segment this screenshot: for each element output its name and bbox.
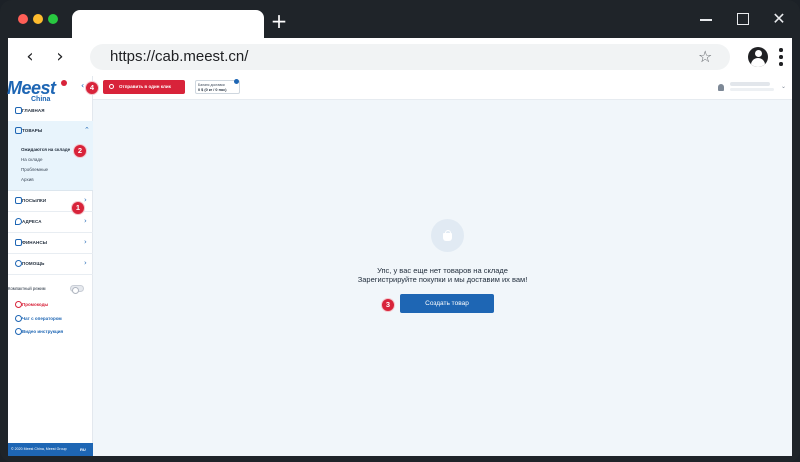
- browser-menu-icon[interactable]: [778, 47, 784, 67]
- link-label: Чат с оператором: [22, 316, 62, 321]
- sidebar-item-label: АДРЕСА: [22, 219, 42, 224]
- empty-state-subtitle: Зарегистрируйте покупки и мы доставим их…: [357, 275, 528, 284]
- sidebar-item-addresses[interactable]: АДРЕСА ›: [8, 212, 93, 233]
- compact-mode: Компактный режим: [8, 285, 93, 295]
- chevron-right-icon: ›: [84, 196, 87, 204]
- balance-value: 0 $ (0 кг / 0 пос): [198, 88, 227, 92]
- link-label: Видео инструкция: [22, 329, 64, 334]
- browser-tab[interactable]: [72, 10, 264, 40]
- send-one-click-button[interactable]: Отправить в один клик: [103, 80, 185, 94]
- maximize-window-dot[interactable]: [48, 14, 58, 24]
- user-id-blurred: [730, 88, 774, 91]
- top-bar: ‹ Отправить в один клик Баланс доставки …: [81, 76, 792, 100]
- meest-china-logo[interactable]: Meest China: [7, 78, 77, 103]
- copyright-text: © 2020 Meest China, Meest Group: [11, 447, 67, 451]
- chevron-up-icon: ⌃: [84, 126, 90, 134]
- sidebar: Meest China ГЛАВНАЯ ТОВАРЫ ⌃ Ожидаются н…: [7, 76, 93, 456]
- link-label: Промокоды: [22, 302, 49, 307]
- step-badge-1: 1: [71, 201, 85, 215]
- language-switch[interactable]: RU: [80, 447, 86, 452]
- sidebar-item-goods[interactable]: ТОВАРЫ ⌃: [8, 121, 93, 142]
- delivery-balance[interactable]: Баланс доставки 0 $ (0 кг / 0 пос): [195, 79, 240, 94]
- back-icon[interactable]: ‹: [20, 47, 40, 67]
- bell-icon[interactable]: [718, 84, 724, 91]
- pin-icon: [15, 218, 22, 225]
- sidebar-item-label: ФИНАНСЫ: [22, 240, 48, 245]
- empty-state-title: Упс, у вас еще нет товаров на складе: [377, 266, 508, 275]
- sidebar-footer: © 2020 Meest China, Meest Group RU: [8, 443, 93, 456]
- percent-icon: [15, 301, 22, 308]
- sidebar-item-label: ПОМОЩЬ: [22, 261, 45, 266]
- close-icon[interactable]: ✕: [769, 10, 789, 28]
- logo-brand: Meest: [7, 78, 56, 98]
- sidebar-item-label: ГЛАВНАЯ: [22, 108, 45, 113]
- close-window-dot[interactable]: [18, 14, 28, 24]
- step-badge-2: 2: [73, 144, 87, 158]
- sidebar-item-home[interactable]: ГЛАВНАЯ: [8, 101, 93, 122]
- refresh-chat-icon: [15, 315, 22, 322]
- web-page: Meest China ГЛАВНАЯ ТОВАРЫ ⌃ Ожидаются н…: [7, 76, 792, 456]
- wallet-icon: [15, 239, 22, 246]
- url-text[interactable]: https://cab.meest.cn/: [110, 48, 248, 65]
- chevron-down-icon[interactable]: ⌄: [781, 83, 786, 90]
- step-badge-3: 3: [381, 298, 395, 312]
- chevron-right-icon: ›: [84, 238, 87, 246]
- send-button-label: Отправить в один клик: [119, 84, 171, 89]
- sidebar-item-finance[interactable]: ФИНАНСЫ ›: [8, 233, 93, 254]
- grid-icon: [15, 107, 22, 114]
- step-badge-4: 4: [85, 81, 99, 95]
- submenu-in-stock[interactable]: На складе: [21, 157, 43, 162]
- send-icon: [109, 84, 114, 89]
- submenu-problem[interactable]: Проблемные: [21, 167, 48, 172]
- play-icon: [15, 328, 22, 335]
- sidebar-item-help[interactable]: ПОМОЩЬ ›: [8, 254, 93, 275]
- balance-title: Баланс доставки: [198, 83, 225, 87]
- bookmark-star-icon[interactable]: ☆: [698, 47, 712, 66]
- browser-window: + ✕ ‹ › https://cab.meest.cn/ ☆ Meest Ch…: [0, 0, 800, 462]
- new-tab-icon[interactable]: +: [270, 11, 288, 31]
- sidebar-item-label: ПОСЫЛКИ: [22, 198, 47, 203]
- video-guide-link[interactable]: Видео инструкция: [8, 327, 93, 337]
- forward-icon[interactable]: ›: [50, 47, 70, 67]
- chevron-right-icon: ›: [84, 259, 87, 267]
- user-menu[interactable]: [730, 82, 775, 94]
- browser-toolbar: ‹ › https://cab.meest.cn/ ☆: [8, 38, 792, 76]
- box-icon: [15, 197, 22, 204]
- shopping-bag-icon: [443, 233, 452, 241]
- title-bar: + ✕: [0, 0, 800, 40]
- empty-state-illustration: [431, 219, 464, 252]
- address-bar[interactable]: https://cab.meest.cn/ ☆: [90, 44, 730, 70]
- sidebar-item-label: ТОВАРЫ: [22, 128, 43, 133]
- promo-codes-link[interactable]: Промокоды: [8, 300, 93, 310]
- submenu-archive[interactable]: Архив: [21, 177, 34, 182]
- chevron-right-icon: ›: [84, 217, 87, 225]
- submenu-awaiting[interactable]: Ожидаются на складе: [21, 147, 70, 152]
- maximize-icon[interactable]: [733, 10, 753, 28]
- bag-icon: [15, 127, 22, 134]
- operator-chat-link[interactable]: Чат с оператором: [8, 314, 93, 324]
- compact-mode-toggle[interactable]: [70, 285, 84, 294]
- create-product-button[interactable]: Создать товар: [400, 294, 494, 313]
- logo-mark-icon: [61, 80, 67, 86]
- user-name-blurred: [730, 82, 770, 86]
- chat-icon: [15, 260, 22, 267]
- profile-icon[interactable]: [748, 47, 768, 67]
- collapse-sidebar-icon[interactable]: ‹: [81, 81, 84, 90]
- minimize-icon[interactable]: [697, 10, 717, 28]
- compact-mode-label: Компактный режим: [8, 286, 46, 291]
- info-icon[interactable]: [234, 79, 239, 84]
- minimize-window-dot[interactable]: [33, 14, 43, 24]
